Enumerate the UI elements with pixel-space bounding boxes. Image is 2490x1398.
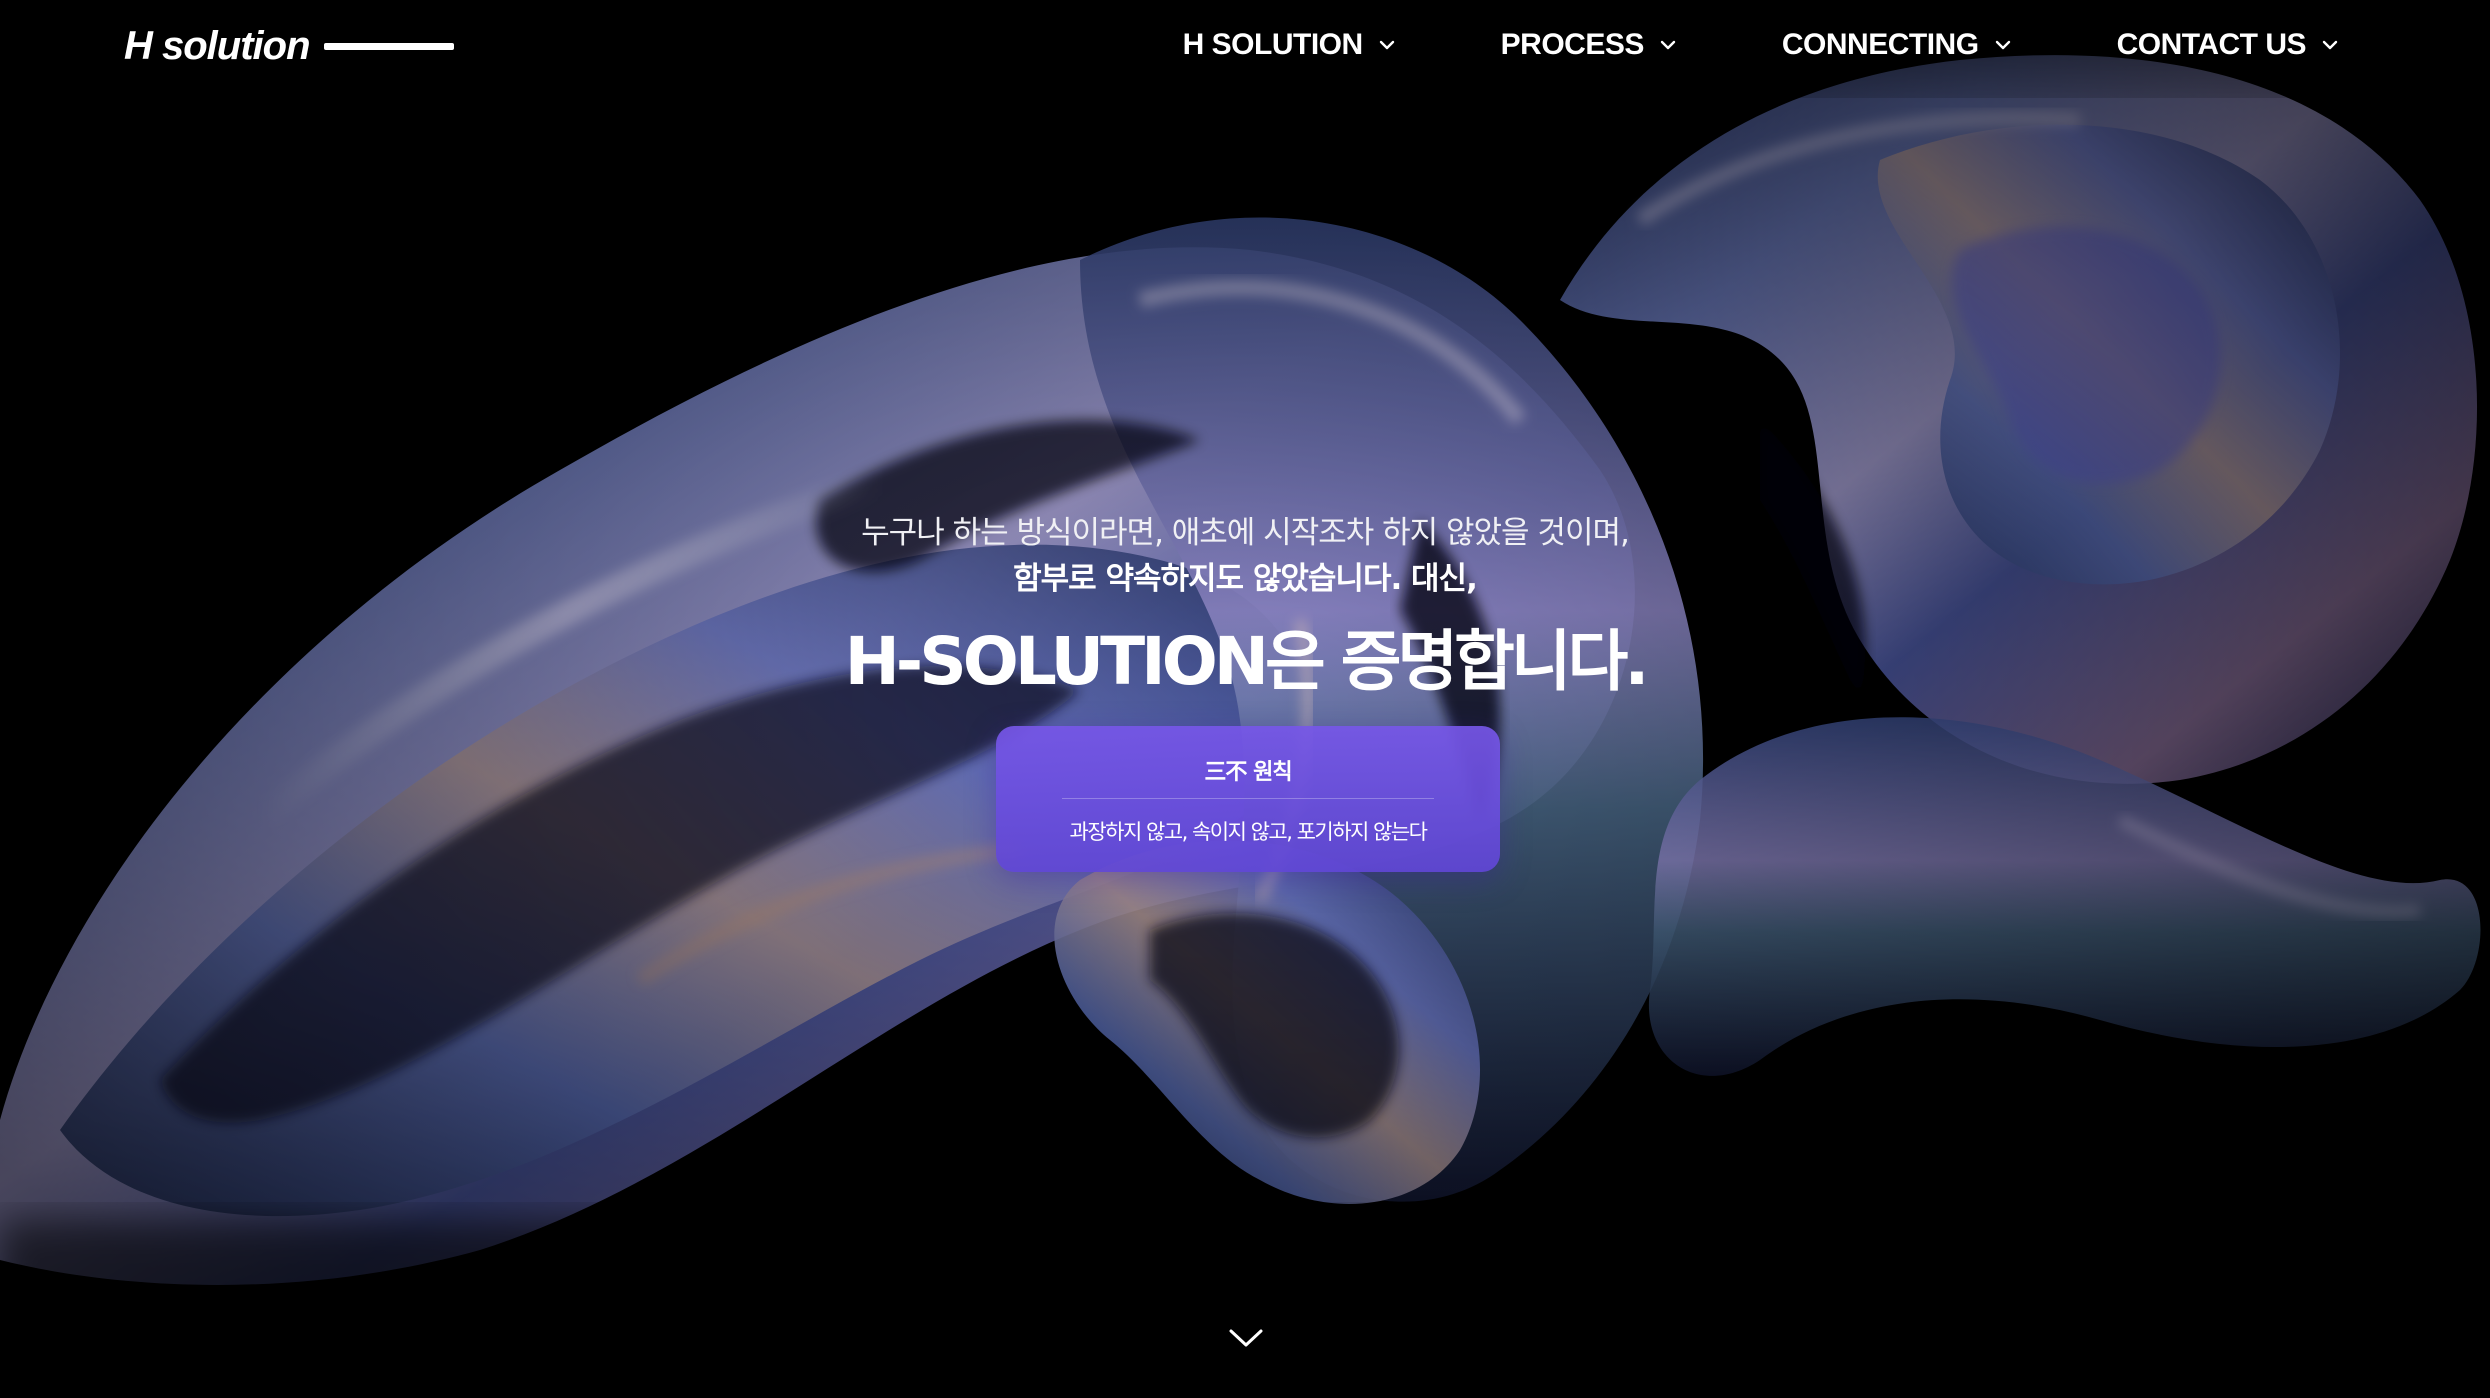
hero-intro-line-bold: 함부로 약속하지도 않았습니다. 대신, [1013,561,1478,597]
card-divider [1062,798,1434,799]
chevron-down-icon [1377,35,1397,55]
page: H solution H SOLUTION PROCESS CONNECTING [0,0,2490,1398]
nav-item-process[interactable]: PROCESS [1501,28,1678,62]
principle-title: 三不 원칙 [1204,760,1292,785]
nav-item-h-solution[interactable]: H SOLUTION [1183,28,1397,62]
principle-description: 과장하지 않고, 속이지 않고, 포기하지 않는다 [1069,820,1429,844]
hero-title: H-SOLUTION은 증명합니다. [844,623,1650,700]
logo[interactable]: H solution [124,20,454,72]
nav-item-label: H SOLUTION [1182,28,1364,61]
chevron-down-icon[interactable] [1228,1326,1264,1350]
site-header: H solution H SOLUTION PROCESS CONNECTING [0,0,2490,98]
logo-underline [323,42,454,50]
hero-section: 누구나 하는 방식이라면, 애초에 시작조차 하지 않았을 것이며, 함부로 약… [0,510,2490,704]
main-nav: H SOLUTION PROCESS CONNECTING CONTACT US [1183,22,2340,68]
nav-item-label: CONNECTING [1781,28,1979,61]
nav-item-connecting[interactable]: CONNECTING [1782,28,2013,62]
nav-item-label: PROCESS [1500,28,1645,61]
hero-intro-line: 누구나 하는 방식이라면, 애초에 시작조차 하지 않았을 것이며, [861,515,1630,551]
principle-card: 三不 원칙 과장하지 않고, 속이지 않고, 포기하지 않는다 [996,726,1500,872]
chevron-down-icon [2320,35,2340,55]
nav-item-label: CONTACT US [2116,28,2307,61]
chevron-down-icon [1993,35,2013,55]
logo-text: H solution [124,23,311,68]
chevron-down-icon [1658,35,1678,55]
nav-item-contact-us[interactable]: CONTACT US [2117,28,2340,62]
